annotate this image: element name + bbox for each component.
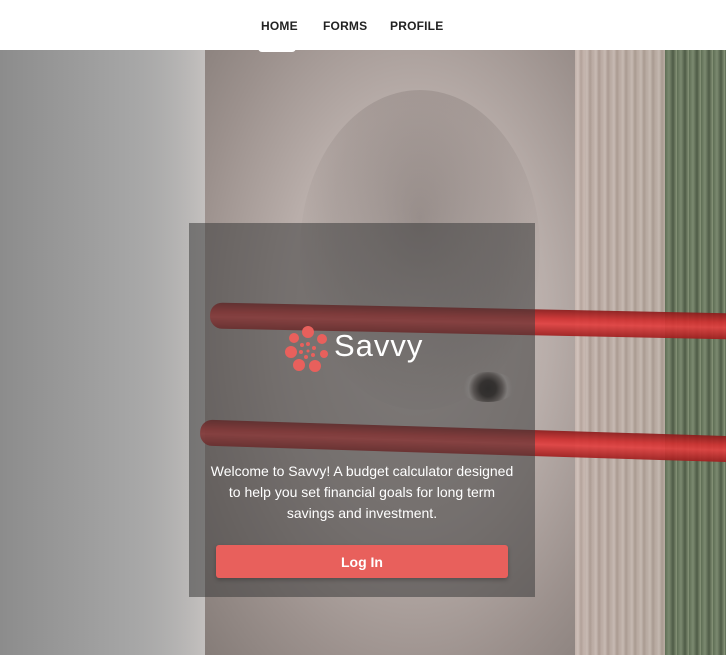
banknote-green-edge bbox=[665, 50, 726, 655]
welcome-message: Welcome to Savvy! A budget calculator de… bbox=[210, 463, 514, 521]
active-nav-indicator bbox=[258, 48, 296, 52]
brand-name: Savvy bbox=[334, 328, 424, 363]
home-page: HOME FORMS PROFILE Savvy Welcome to Savv… bbox=[0, 0, 726, 655]
nav-forms-link[interactable]: FORMS bbox=[323, 19, 367, 33]
nav-profile-link[interactable]: PROFILE bbox=[390, 19, 443, 33]
top-navbar: HOME FORMS PROFILE bbox=[0, 0, 726, 52]
nav-menu: HOME FORMS PROFILE bbox=[0, 0, 726, 50]
dotted-flower-icon bbox=[285, 326, 328, 372]
login-button[interactable]: Log In bbox=[216, 545, 508, 578]
hero-blur-left bbox=[0, 50, 220, 655]
nav-home-link[interactable]: HOME bbox=[261, 19, 298, 33]
welcome-card: Savvy Welcome to Savvy! A budget calcula… bbox=[189, 223, 535, 597]
banknote-stack-edge bbox=[575, 50, 670, 655]
savvy-logo: Savvy bbox=[282, 322, 452, 378]
